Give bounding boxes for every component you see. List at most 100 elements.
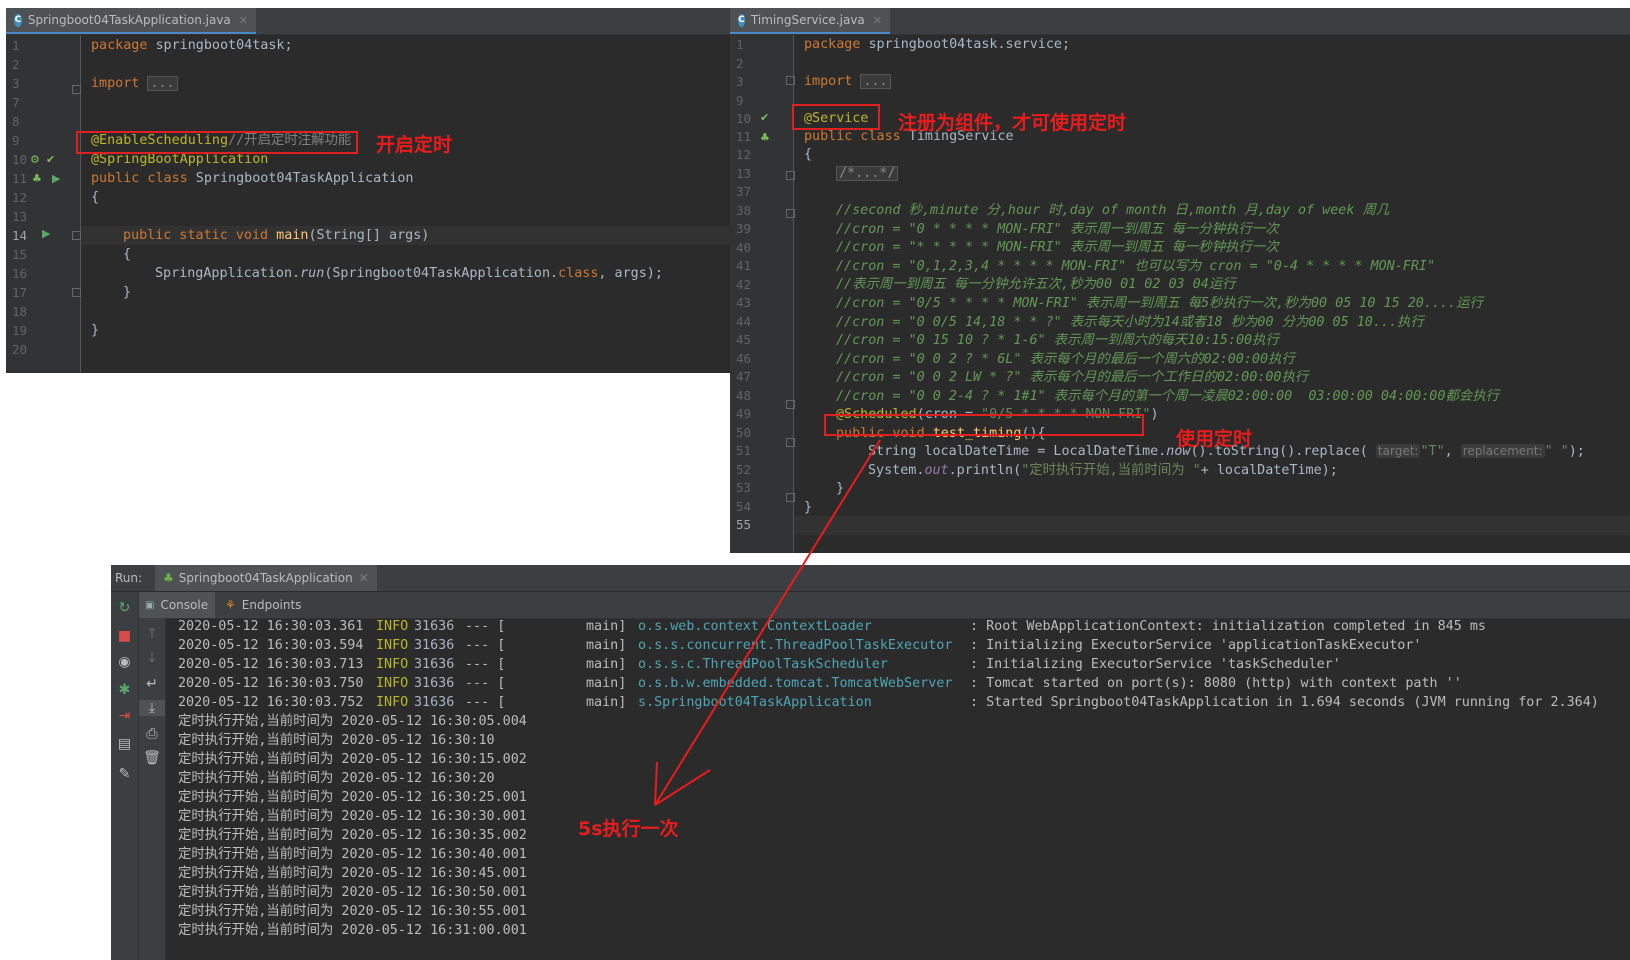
log-level: INFO <box>376 657 409 672</box>
stop-icon[interactable]: ■ <box>111 628 138 644</box>
spring-bean-icon[interactable]: ⚙ <box>30 153 40 166</box>
log-ts: 2020-05-12 16:30:03.713 <box>178 657 364 672</box>
service-highlight <box>792 104 880 130</box>
print-icon[interactable]: ⎙ <box>139 726 165 742</box>
line-number: 42 <box>736 277 752 292</box>
line-number: 17 <box>12 285 28 300</box>
log-sep: --- [ <box>465 638 506 653</box>
pin-icon[interactable]: ✎ <box>111 766 138 782</box>
tab-endpoints[interactable]: ⚘ Endpoints <box>221 592 301 618</box>
run-tab[interactable]: ♣ Springboot04TaskApplication ✕ <box>155 565 377 591</box>
line-number: 37 <box>736 184 752 199</box>
interval-label: 5s执行一次 <box>578 818 679 840</box>
left-code-area[interactable]: package springboot04task; import ... @En… <box>81 35 732 373</box>
camera-icon[interactable]: ◉ <box>111 654 138 670</box>
timer-output-line: 定时执行开始,当前时间为 2020-05-12 16:30:30.001 <box>178 809 527 824</box>
timer-output-line: 定时执行开始,当前时间为 2020-05-12 16:30:35.002 <box>178 828 527 843</box>
line-number: 47 <box>736 369 752 384</box>
log-sep: --- [ <box>465 695 506 710</box>
line-number: 9 <box>12 133 20 148</box>
java-class-icon: C <box>738 13 745 27</box>
log-pid: 31636 <box>414 676 455 691</box>
up-arrow-icon[interactable]: ↑ <box>139 626 165 642</box>
enable-scheduling-highlight <box>76 131 358 154</box>
scroll-to-end-icon[interactable]: ⤓ <box>139 700 165 716</box>
log-ts: 2020-05-12 16:30:03.752 <box>178 695 364 710</box>
java-class-icon: C <box>14 13 22 27</box>
scheduled-highlight <box>824 414 1144 436</box>
trash-icon[interactable]: 🗑 <box>139 750 165 766</box>
line-number: 54 <box>736 499 752 514</box>
spring-leaf-icon[interactable]: ♣ <box>32 172 42 185</box>
line-number: 40 <box>736 240 752 255</box>
log-thread: main] <box>586 657 627 672</box>
run-subtabs: ▣ Console ⚘ Endpoints <box>111 592 1630 619</box>
tab-timingservice[interactable]: C TimingService.java ✕ <box>730 8 890 34</box>
line-number: 55 <box>736 517 752 532</box>
log-ts: 2020-05-12 16:30:03.594 <box>178 638 364 653</box>
right-editor: C TimingService.java ✕ 1 2 3 9 10 11 12 13 37 38 3… <box>730 8 1630 553</box>
spring-leaf-icon[interactable]: ♣ <box>760 131 770 144</box>
timer-output-line: 定时执行开始,当前时间为 2020-05-12 16:30:50.001 <box>178 885 527 900</box>
log-pid: 31636 <box>414 695 455 710</box>
run-main-icon[interactable]: ▶ <box>42 227 50 240</box>
endpoints-tab-label: Endpoints <box>241 598 302 612</box>
fold-marker[interactable] <box>72 288 81 297</box>
exit-icon[interactable]: ⇥ <box>111 708 138 724</box>
folded-imports[interactable]: ... <box>860 74 891 89</box>
soft-wrap-icon[interactable]: ↵ <box>139 676 165 692</box>
debug-icon[interactable]: ✱ <box>111 682 138 698</box>
spring-bean-icon[interactable]: ✔ <box>760 111 769 124</box>
line-number: 20 <box>12 342 28 357</box>
comment-line: //cron = "0 0 2-4 ? * 1#1" 表示每个月的第一个周一凌晨… <box>836 389 1499 404</box>
line-number: 51 <box>736 443 752 458</box>
layout-icon[interactable]: ▤ <box>111 736 138 752</box>
line-number: 10 <box>736 111 752 126</box>
close-icon[interactable]: ✕ <box>239 14 248 27</box>
timer-output-line: 定时执行开始,当前时间为 2020-05-12 16:30:10 <box>178 733 495 748</box>
line-number: 3 <box>736 74 744 89</box>
line-number: 15 <box>12 247 28 262</box>
code-line: import ... <box>81 74 732 93</box>
line-number: 45 <box>736 332 752 347</box>
timer-output-line: 定时执行开始,当前时间为 2020-05-12 16:30:55.001 <box>178 904 527 919</box>
log-logger: o.s.s.c.ThreadPoolTaskScheduler <box>638 657 888 672</box>
enable-scheduling-label: 开启定时 <box>376 134 453 156</box>
spring-config-icon[interactable]: ✔ <box>46 153 55 166</box>
log-logger: o.s.s.concurrent.ThreadPoolTaskExecutor <box>638 638 953 653</box>
code-line: SpringApplication.run(Springboot04TaskAp… <box>155 266 663 281</box>
line-number: 49 <box>736 406 752 421</box>
tab-springboot04taskapplication[interactable]: C Springboot04TaskApplication.java ✕ <box>6 8 256 34</box>
run-toolbar: ↻ ■ ◉ ✱ ⇥ ▤ ✎ <box>111 592 139 960</box>
log-level: INFO <box>376 619 409 634</box>
tab-console[interactable]: ▣ Console <box>139 592 215 618</box>
code-line: { <box>91 190 100 205</box>
code-line: import ... <box>794 72 1630 91</box>
log-msg: : Initializing ExecutorService 'taskSche… <box>970 657 1341 672</box>
close-icon[interactable]: ✕ <box>873 14 882 27</box>
log-logger: o.s.web.context.ContextLoader <box>638 619 872 634</box>
close-icon[interactable]: ✕ <box>359 571 369 585</box>
code-line: } <box>123 285 132 300</box>
fold-marker[interactable] <box>72 231 81 240</box>
run-label: Run: <box>115 571 143 585</box>
rerun-icon[interactable]: ↻ <box>111 600 138 616</box>
left-editor-tabbar: C Springboot04TaskApplication.java ✕ <box>6 8 732 35</box>
down-arrow-icon[interactable]: ↓ <box>139 650 165 666</box>
comment-line: //second 秒,minute 分,hour 时,day of month … <box>836 203 1390 218</box>
line-number: 18 <box>12 304 28 319</box>
log-pid: 31636 <box>414 657 455 672</box>
folded-comment[interactable]: /*...*/ <box>836 166 899 181</box>
line-number: 8 <box>12 114 20 129</box>
fold-marker[interactable] <box>72 85 81 94</box>
comment-line: //cron = "0 0 2 LW * ?" 表示每个月的最后一个工作日的02… <box>836 370 1309 385</box>
run-icon[interactable]: ▶ <box>52 172 60 185</box>
line-number: 44 <box>736 314 752 329</box>
line-number: 3 <box>12 76 20 91</box>
line-number: 13 <box>12 209 28 224</box>
run-tab-label: Springboot04TaskApplication <box>178 571 353 585</box>
line-number: 19 <box>12 323 28 338</box>
log-msg: : Initializing ExecutorService 'applicat… <box>970 638 1422 653</box>
line-number: 12 <box>736 147 752 162</box>
folded-imports[interactable]: ... <box>147 76 178 91</box>
